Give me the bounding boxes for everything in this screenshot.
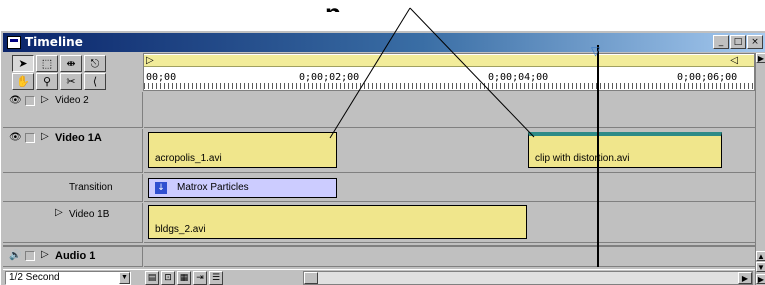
link-tool-icon[interactable]: ⎋ — [84, 55, 106, 72]
window-title: Timeline — [25, 35, 83, 49]
scroll-right-arrow-icon[interactable]: ▶ — [756, 53, 765, 63]
track-area: 👁 ▷ Video 2 👁 ▷ Video 1A acropolis_1.avi… — [3, 92, 755, 268]
time-zoom-value: 1/2 Second — [9, 272, 60, 283]
scroll-left-arrow-icon[interactable] — [304, 272, 318, 284]
close-button[interactable]: × — [747, 35, 763, 49]
work-area-start-marker[interactable]: ▷ — [146, 55, 154, 66]
track-select-tool-icon[interactable]: ⇼ — [60, 55, 82, 72]
clip-bldgs[interactable]: bldgs_2.avi — [148, 205, 527, 239]
title-bar[interactable]: Timeline _ □ × — [3, 33, 765, 52]
clip-label: bldgs_2.avi — [155, 224, 206, 235]
clip-acropolis[interactable]: acropolis_1.avi — [148, 132, 337, 168]
edge-viewing-button[interactable]: ▦ — [177, 271, 191, 285]
range-select-tool-icon[interactable]: ⬚ — [36, 55, 58, 72]
horizontal-scrollbar[interactable]: ▶ — [303, 271, 753, 285]
lock-toggle[interactable] — [25, 251, 35, 261]
track-video-2: 👁 ▷ Video 2 — [3, 92, 755, 128]
scroll-right-arrow-icon[interactable]: ▶ — [756, 274, 765, 284]
track-transition: Transition ↓ Matrox Particles — [3, 174, 755, 202]
vertical-scrollbar[interactable]: ▶ ▲ ▼ ▶ — [755, 53, 765, 285]
lock-toggle[interactable] — [25, 133, 35, 143]
track-lane[interactable] — [144, 247, 755, 267]
track-name: Audio 1 — [55, 250, 96, 262]
track-video-1b: ▷ Video 1B bldgs_2.avi — [3, 203, 755, 243]
clip-label: acropolis_1.avi — [155, 153, 222, 164]
track-name: Transition — [69, 182, 113, 193]
edit-line[interactable] — [597, 45, 599, 267]
track-header[interactable]: 👁 ▷ Video 2 — [3, 92, 143, 128]
track-lane[interactable] — [144, 92, 755, 128]
work-area-bar[interactable]: ▷ ◁ — [144, 55, 754, 67]
timecode-label: 0;00;04;00 — [488, 72, 549, 83]
scroll-up-arrow-icon[interactable]: ▲ — [756, 251, 765, 261]
tool-palette: ➤ ⬚ ⇼ ⎋ ✋ ⚲ ✂ ⟨ — [3, 53, 142, 91]
edit-line-handle[interactable]: ▽ — [591, 44, 600, 58]
track-header[interactable]: Transition — [3, 174, 143, 202]
timecode-label: 0;00;06;00 — [677, 72, 738, 83]
minimize-button[interactable]: _ — [713, 35, 729, 49]
expand-triangle-icon[interactable]: ▷ — [41, 94, 49, 106]
in-out-tool-icon[interactable]: ⟨ — [84, 73, 106, 90]
clip-with-distortion[interactable]: clip with distortion.avi — [528, 132, 722, 168]
speaker-icon[interactable]: 🔊 — [9, 250, 23, 262]
timecode-label: 0;00;02;00 — [299, 72, 360, 83]
ruler-ticks — [144, 83, 754, 89]
scroll-right-arrow-icon[interactable]: ▶ — [738, 272, 752, 284]
track-header[interactable]: ▷ Video 1B — [3, 203, 143, 243]
track-audio-1: 🔊 ▷ Audio 1 — [3, 245, 755, 267]
transition-arrow-icon: ↓ — [155, 182, 167, 194]
scroll-down-arrow-icon[interactable]: ▼ — [756, 262, 765, 272]
track-name: Video 1B — [69, 209, 110, 220]
track-lane[interactable]: ↓ Matrox Particles — [144, 174, 755, 202]
zoom-tool-icon[interactable]: ⚲ — [36, 73, 58, 90]
transition-label: Matrox Particles — [177, 182, 249, 193]
time-ruler[interactable]: ▷ ◁ 00;00 0;00;02;00 0;00;04;00 0;00;06;… — [143, 53, 755, 91]
timeline-window: Timeline _ □ × ➤ ⬚ ⇼ ⎋ ✋ ⚲ ✂ ⟨ ▷ ◁ 00;00… — [0, 30, 765, 285]
transition-clip[interactable]: ↓ Matrox Particles — [148, 178, 337, 198]
clip-label: clip with distortion.avi — [535, 153, 630, 164]
time-zoom-select[interactable]: 1/2 Second ▼ — [5, 271, 131, 285]
bottom-toolbar: 1/2 Second ▼ ▤ ⊡ ▦ ⇥ ☰ ▶ — [3, 269, 755, 285]
eye-icon[interactable]: 👁 — [9, 132, 23, 144]
lock-toggle[interactable] — [25, 96, 35, 106]
eye-icon[interactable]: 👁 — [9, 95, 23, 107]
expand-triangle-icon[interactable]: ▷ — [55, 207, 63, 219]
shift-tracks-button[interactable]: ☰ — [209, 271, 223, 285]
track-name: Video 2 — [55, 95, 89, 106]
maximize-button[interactable]: □ — [730, 35, 746, 49]
track-header[interactable]: 👁 ▷ Video 1A — [3, 129, 143, 173]
track-header[interactable]: 🔊 ▷ Audio 1 — [3, 247, 143, 267]
expand-triangle-icon[interactable]: ▷ — [41, 249, 49, 261]
sync-mode-button[interactable]: ⇥ — [193, 271, 207, 285]
expand-triangle-icon[interactable]: ▷ — [41, 131, 49, 143]
track-lane[interactable]: bldgs_2.avi — [144, 203, 755, 243]
chevron-down-icon[interactable]: ▼ — [119, 272, 130, 284]
caption-fragment: p — [325, 0, 435, 26]
snap-to-edges-button[interactable]: ⊡ — [161, 271, 175, 285]
selection-tool-icon[interactable]: ➤ — [12, 55, 34, 72]
timecode-label: 00;00 — [146, 72, 177, 83]
hand-tool-icon[interactable]: ✋ — [12, 73, 34, 90]
track-lane[interactable]: acropolis_1.avi clip with distortion.avi — [144, 129, 755, 173]
razor-tool-icon[interactable]: ✂ — [60, 73, 82, 90]
track-options-button[interactable]: ▤ — [145, 271, 159, 285]
track-name: Video 1A — [55, 132, 102, 144]
timeline-window-icon — [7, 36, 21, 49]
work-area-end-marker[interactable]: ◁ — [730, 55, 738, 66]
track-video-1a: 👁 ▷ Video 1A acropolis_1.avi clip with d… — [3, 129, 755, 173]
